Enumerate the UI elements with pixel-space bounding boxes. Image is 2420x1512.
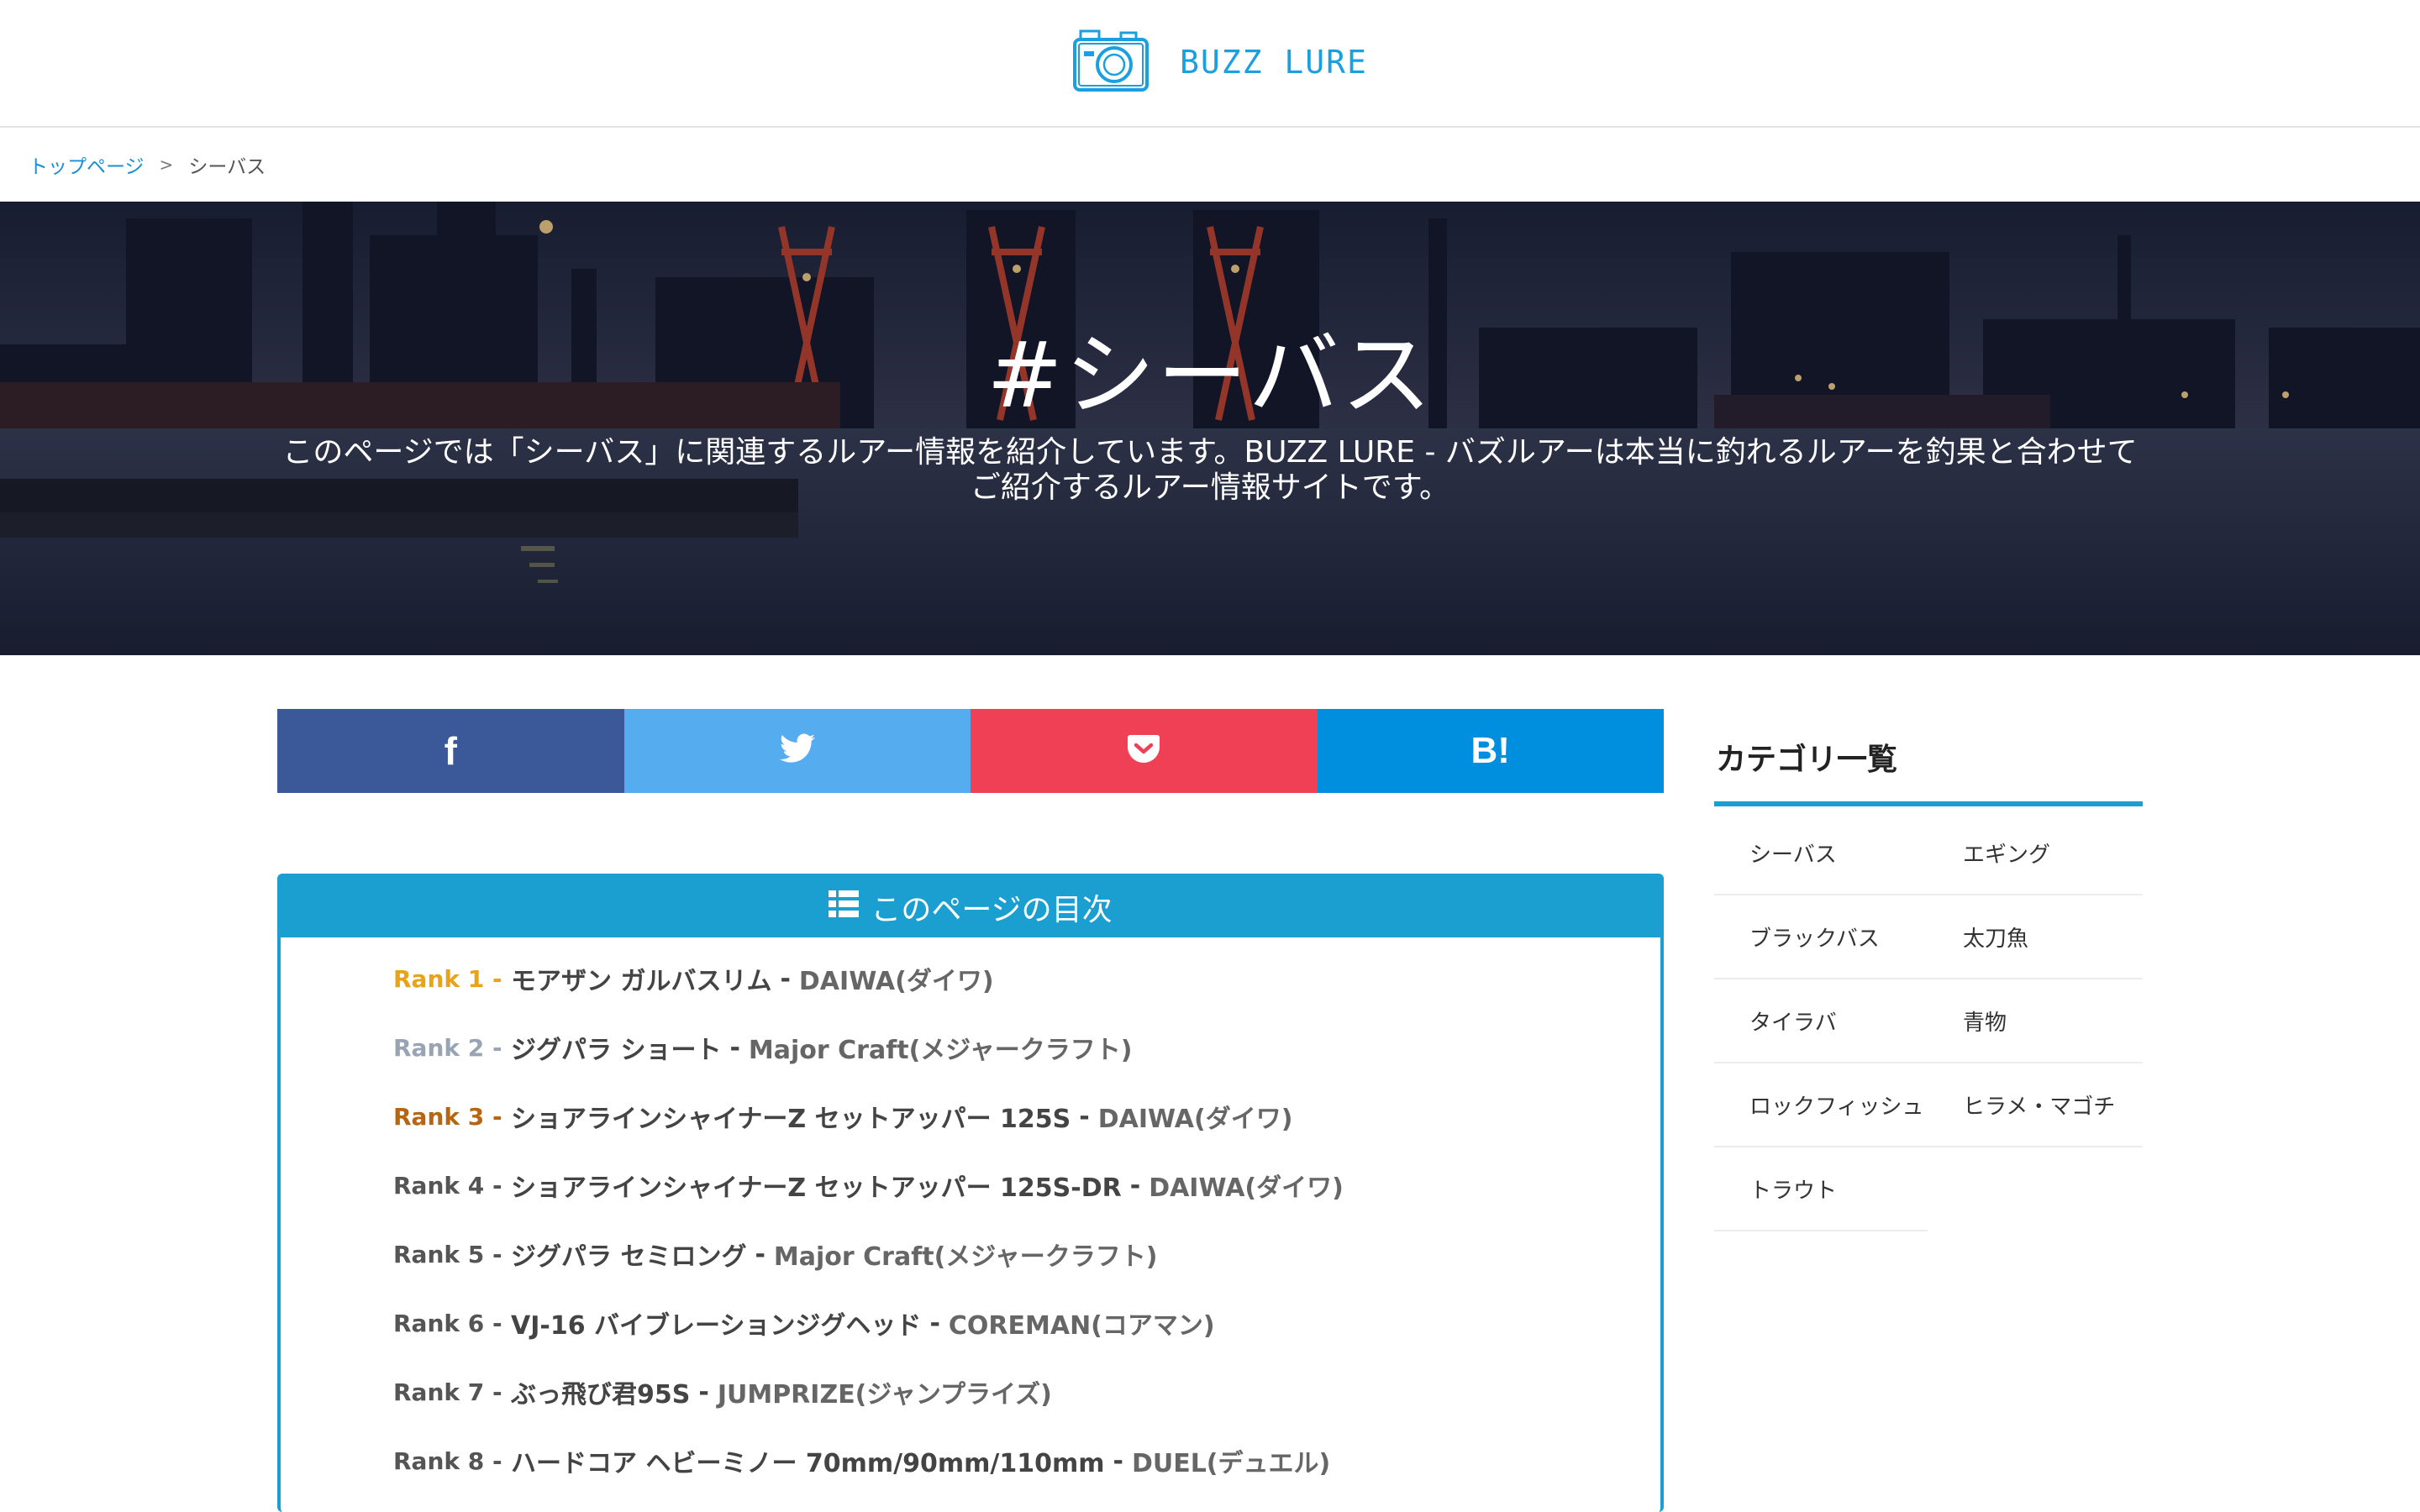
toc-item[interactable]: Rank 1 - モアザン ガルバスリム - DAIWA(ダイワ)	[281, 944, 1660, 1013]
hero-banner: #シーバス このページでは「シーバス」に関連するルアー情報を紹介しています。BU…	[0, 202, 2420, 655]
facebook-share-button[interactable]: f	[277, 709, 624, 793]
toc-list: Rank 1 - モアザン ガルバスリム - DAIWA(ダイワ) Rank 2…	[281, 937, 1660, 1495]
rank-label: Rank 4 -	[393, 1171, 502, 1200]
toc-title: このページの目次	[871, 893, 1113, 927]
toc-item[interactable]: Rank 5 - ジグパラ セミロング - Major Craft(メジャークラ…	[281, 1220, 1660, 1289]
lure-name: ショアラインシャイナーZ セットアッパー 125S	[511, 1105, 1071, 1134]
sidebar: カテゴリ一覧 シーバス エギング ブラックバス 太刀魚 タイラバ 青物 ロックフ…	[1714, 731, 2143, 1231]
toc-header: このページの目次	[281, 877, 1660, 937]
item-separator: -	[1079, 1101, 1090, 1131]
rank-label: Rank 5 -	[393, 1240, 502, 1268]
item-separator: -	[1129, 1170, 1141, 1200]
category-link[interactable]: 太刀魚	[1928, 895, 2143, 979]
toc-item[interactable]: Rank 4 - ショアラインシャイナーZ セットアッパー 125S-DR - …	[281, 1151, 1660, 1220]
maker-name: DUEL(デュエル)	[1131, 1449, 1331, 1478]
twitter-bird-icon	[779, 730, 815, 773]
item-separator: -	[780, 963, 791, 994]
maker-name: DAIWA(ダイワ)	[1149, 1173, 1344, 1203]
lure-name: VJ-16 バイブレーションジグヘッド	[511, 1311, 922, 1341]
lure-name: ハードコア ヘビーミノー 70mm/90mm/110mm	[511, 1449, 1105, 1478]
breadcrumb-home-link[interactable]: トップページ	[29, 150, 145, 179]
hatena-share-button[interactable]: B!	[1317, 709, 1664, 793]
toc-item[interactable]: Rank 7 - ぶっ飛び君95S - JUMPRIZE(ジャンプライズ)	[281, 1357, 1660, 1426]
hatena-icon: B!	[1470, 730, 1510, 771]
item-separator: -	[755, 1239, 765, 1269]
category-link[interactable]: ロックフィッシュ	[1714, 1063, 1928, 1147]
category-link[interactable]: エギング	[1928, 811, 2143, 895]
table-of-contents: このページの目次 Rank 1 - モアザン ガルバスリム - DAIWA(ダイ…	[277, 874, 1664, 1512]
category-link[interactable]: 青物	[1928, 979, 2143, 1063]
category-list: シーバス エギング ブラックバス 太刀魚 タイラバ 青物 ロックフィッシュ ヒラ…	[1714, 811, 2143, 1231]
maker-name: COREMAN(コアマン)	[948, 1311, 1215, 1341]
item-separator: -	[698, 1377, 709, 1407]
rank-label: Rank 2 -	[393, 1033, 502, 1062]
hero-description-line1: このページでは「シーバス」に関連するルアー情報を紹介しています。BUZZ LUR…	[282, 435, 2138, 470]
site-header: BUZZ LURE	[0, 0, 2420, 128]
item-separator: -	[1113, 1446, 1123, 1476]
share-bar: f B!	[277, 709, 1664, 793]
rank-label: Rank 3 -	[393, 1102, 502, 1131]
category-link[interactable]: ヒラメ・マゴチ	[1928, 1063, 2143, 1147]
lure-name: ジグパラ ショート	[511, 1036, 722, 1065]
hero-description-line2: ご紹介するルアー情報サイトです。	[970, 470, 1450, 505]
toc-item[interactable]: Rank 8 - ハードコア ヘビーミノー 70mm/90mm/110mm - …	[281, 1426, 1660, 1495]
pocket-icon	[1127, 730, 1160, 773]
lure-name: ぶっ飛び君95S	[511, 1380, 691, 1410]
pocket-share-button[interactable]	[971, 709, 1318, 793]
site-logo[interactable]: BUZZ LURE	[1072, 29, 1368, 96]
category-link[interactable]: タイラバ	[1714, 979, 1928, 1063]
toc-item[interactable]: Rank 6 - VJ-16 バイブレーションジグヘッド - COREMAN(コ…	[281, 1289, 1660, 1357]
toc-item[interactable]: Rank 3 - ショアラインシャイナーZ セットアッパー 125S - DAI…	[281, 1082, 1660, 1151]
hero-description: このページでは「シーバス」に関連するルアー情報を紹介しています。BUZZ LUR…	[277, 435, 2143, 506]
rank-label: Rank 7 -	[393, 1378, 502, 1406]
lure-name: ジグパラ セミロング	[511, 1242, 747, 1272]
breadcrumb-current: シーバス	[188, 156, 266, 178]
logo-text: BUZZ LURE	[1180, 44, 1368, 81]
maker-name: DAIWA(ダイワ)	[1097, 1105, 1293, 1134]
maker-name: Major Craft(メジャークラフト)	[773, 1242, 1158, 1272]
breadcrumb: トップページ > シーバス	[29, 150, 266, 180]
rank-label: Rank 1 -	[393, 964, 502, 993]
list-icon	[829, 890, 860, 925]
item-separator: -	[929, 1308, 940, 1338]
category-link[interactable]: ブラックバス	[1714, 895, 1928, 979]
lure-name: ショアラインシャイナーZ セットアッパー 125S-DR	[511, 1173, 1122, 1203]
lure-name: モアザン ガルバスリム	[511, 967, 772, 996]
breadcrumb-separator: >	[159, 155, 174, 175]
maker-name: DAIWA(ダイワ)	[798, 967, 994, 996]
facebook-icon: f	[444, 729, 457, 773]
hero-title: #シーバス	[986, 323, 1434, 428]
category-link[interactable]: トラウト	[1714, 1147, 1928, 1231]
maker-name: Major Craft(メジャークラフト)	[748, 1036, 1133, 1065]
item-separator: -	[729, 1032, 740, 1063]
category-link[interactable]: シーバス	[1714, 811, 1928, 895]
rank-label: Rank 6 -	[393, 1309, 502, 1337]
maker-name: JUMPRIZE(ジャンプライズ)	[717, 1380, 1052, 1410]
twitter-share-button[interactable]	[623, 709, 971, 793]
camera-icon	[1072, 28, 1150, 97]
toc-item[interactable]: Rank 2 - ジグパラ ショート - Major Craft(メジャークラフ…	[281, 1013, 1660, 1082]
rank-label: Rank 8 -	[393, 1446, 502, 1475]
sidebar-title: カテゴリ一覧	[1714, 731, 2143, 806]
